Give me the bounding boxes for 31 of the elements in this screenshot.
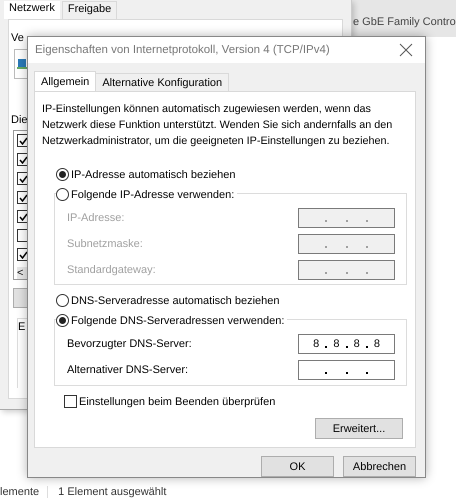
close-button[interactable] (399, 43, 413, 57)
tab[interactable]: Freigabe (62, 1, 118, 19)
field-label: Alternativer DNS-Server: (67, 364, 188, 376)
tab[interactable]: Allgemein (34, 71, 96, 91)
radio-button[interactable] (56, 168, 69, 181)
ip-address-field[interactable]: 8 8 8 8 (298, 334, 395, 354)
group-label: E (18, 321, 26, 333)
radio-button[interactable] (56, 294, 69, 307)
radio-label[interactable]: DNS-Serveradresse automatisch beziehen (71, 294, 280, 306)
field-label: Bevorzugter DNS-Server: (67, 338, 192, 350)
tab[interactable]: Netzwerk (4, 1, 60, 19)
radio-label[interactable]: IP-Adresse automatisch beziehen (71, 168, 236, 180)
cancel-button[interactable]: Abbrechen (343, 456, 416, 477)
item-count: lemente (0, 486, 40, 498)
radio-button[interactable] (56, 314, 69, 327)
ok-button[interactable]: OK (261, 456, 334, 477)
selection-status: 1 Element ausgewählt (47, 486, 174, 498)
advanced-button[interactable]: Erweitert... (315, 418, 403, 439)
adapter-name: e GbE Family Contro (353, 16, 456, 28)
ip-address-field[interactable] (298, 360, 395, 380)
radio-button[interactable] (56, 188, 69, 201)
description-text: IP-Einstellungen können automatisch zugewiesen werden, wenn das Netzwerk diese Funktion unterstützt. Wenden Sie sich andernfalls an den Netzwerkadministrator, um die geeigneten IP-Einstellungen zu beziehen. (42, 102, 394, 149)
connect-label: Ve (11, 32, 24, 44)
field-label: Standardgateway: (67, 264, 156, 276)
checkbox[interactable] (64, 395, 77, 408)
list-label: Die (11, 114, 28, 126)
tab[interactable]: Alternative Konfiguration (95, 73, 230, 91)
window-title: Eigenschaften von Internetprotokoll, Version 4 (TCP/IPv4) (35, 44, 330, 56)
field-label: IP-Adresse: (67, 212, 124, 224)
checkbox-label[interactable]: Einstellungen beim Beenden überprüfen (79, 396, 276, 408)
field-label: Subnetzmaske: (67, 238, 143, 250)
